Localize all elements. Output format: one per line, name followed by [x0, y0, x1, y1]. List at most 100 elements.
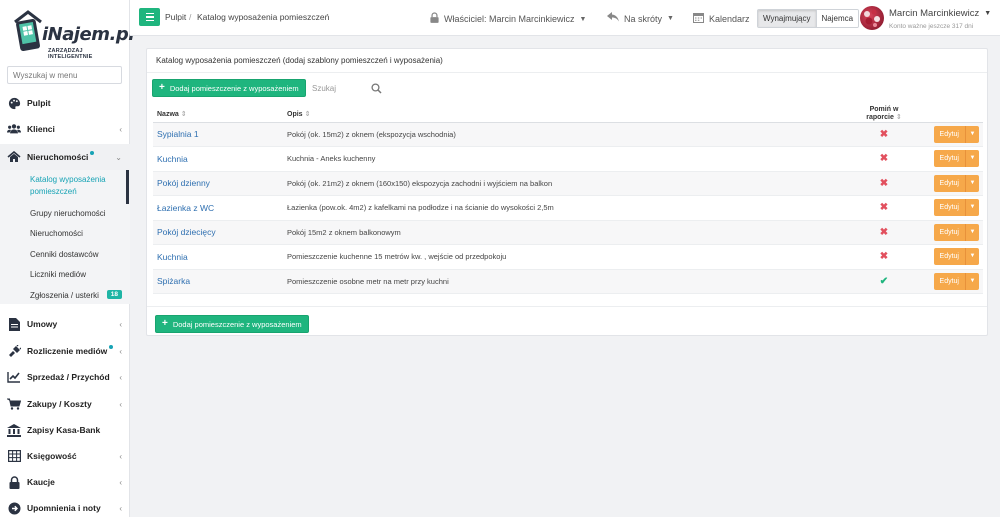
sidebar-item-pulpit[interactable]: Pulpit: [0, 91, 130, 115]
logo[interactable]: iNajem.pl ZARZĄDZAJ INTELIGENTNIE: [12, 8, 134, 60]
menu-search-input[interactable]: [7, 66, 122, 84]
actions-cell: Edytuj ▼: [918, 171, 983, 196]
table-row: Spiżarka Pomieszczenie osobne metr na met…: [153, 269, 983, 294]
sidebar-item-zakupy[interactable]: Zakupy / Koszty ‹: [0, 392, 130, 416]
sort-icon: ⇕: [304, 110, 311, 118]
sidebar-item-umowy[interactable]: Umowy ‹: [0, 312, 130, 336]
lock-icon: [7, 475, 21, 489]
column-header-pomin[interactable]: Pomiń w raporcie ⇕: [850, 106, 918, 123]
room-name-link[interactable]: Kuchnia: [153, 146, 283, 172]
caret-down-icon[interactable]: ▼: [965, 150, 979, 168]
actions-cell: Edytuj ▼: [918, 220, 983, 245]
skip-in-report-cell: ✖: [850, 220, 918, 245]
sidebar-item-label: Upomnienia i noty: [27, 503, 101, 513]
sidebar-item-nieruchomosci[interactable]: Nieruchomości ⌄: [0, 144, 130, 170]
caret-down-icon[interactable]: ▼: [965, 199, 979, 217]
room-name-link[interactable]: Łazienka z WC: [153, 195, 283, 221]
edit-button[interactable]: Edytuj: [933, 248, 965, 266]
edit-button-group: Edytuj ▼: [933, 248, 979, 266]
cross-icon: ✖: [879, 128, 889, 140]
caret-down-icon: ▼: [667, 15, 674, 22]
room-name-link[interactable]: Sypialnia 1: [153, 122, 283, 147]
column-header-opis[interactable]: Opis ⇕: [283, 106, 850, 123]
bank-icon: [7, 423, 21, 437]
room-name-link[interactable]: Spiżarka: [153, 269, 283, 294]
chevron-left-icon: ‹: [119, 451, 122, 461]
notification-dot: [109, 345, 114, 349]
edit-button[interactable]: Edytuj: [933, 150, 965, 168]
chevron-left-icon: ‹: [119, 503, 122, 513]
hamburger-icon: [145, 12, 154, 15]
breadcrumb-home[interactable]: Pulpit: [165, 12, 186, 22]
actions-cell: Edytuj ▼: [918, 122, 983, 147]
sidebar-item-media[interactable]: Rozliczenie mediów ‹: [0, 339, 130, 363]
user-name: Marcin Marcinkiewicz: [889, 8, 980, 19]
avatar[interactable]: [860, 6, 884, 30]
submenu-item-liczniki[interactable]: Liczniki mediów: [30, 270, 86, 279]
calendar-label: Kalendarz: [709, 14, 750, 24]
sidebar-item-ksiegowosc[interactable]: Księgowość ‹: [0, 444, 130, 468]
room-description: Kuchnia - Aneks kuchenny: [283, 146, 850, 172]
edit-button[interactable]: Edytuj: [933, 125, 965, 143]
edit-button[interactable]: Edytuj: [933, 272, 965, 290]
edit-button-group: Edytuj ▼: [933, 125, 979, 143]
edit-button[interactable]: Edytuj: [933, 174, 965, 192]
palette-icon: [7, 96, 21, 110]
owner-selector[interactable]: Właściciel: Marcin Marcinkiewicz ▼: [430, 12, 586, 26]
caret-down-icon[interactable]: ▼: [965, 248, 979, 266]
actions-cell: Edytuj ▼: [918, 146, 983, 172]
sidebar-item-label: Sprzedaż / Przychód: [27, 372, 110, 382]
users-icon: [7, 122, 21, 136]
submenu-item-cenniki[interactable]: Cenniki dostawców: [30, 250, 98, 259]
shortcuts-menu[interactable]: Na skróty ▼: [607, 12, 674, 25]
chevron-left-icon: ‹: [119, 399, 122, 409]
cross-icon: ✖: [879, 153, 889, 165]
account-validity: Konto ważne jeszcze 317 dni: [889, 23, 974, 30]
edit-button[interactable]: Edytuj: [933, 199, 965, 217]
calendar-icon: [693, 12, 704, 26]
room-name-link[interactable]: Pokój dzienny: [153, 171, 283, 196]
submenu-item-nieruchomosci[interactable]: Nieruchomości: [30, 229, 83, 238]
chevron-left-icon: ‹: [119, 124, 122, 134]
sidebar-item-kasa-bank[interactable]: Zapisy Kasa-Bank: [0, 418, 130, 442]
menu-toggle-button[interactable]: [139, 8, 160, 26]
cross-icon: ✖: [879, 202, 889, 214]
cross-icon: ✖: [879, 177, 889, 189]
sidebar-item-sprzedaz[interactable]: Sprzedaż / Przychód ‹: [0, 365, 130, 389]
user-menu[interactable]: Marcin Marcinkiewicz ▼: [889, 8, 991, 19]
room-description: Łazienka (pow.ok. 4m2) z kafelkami na po…: [283, 195, 850, 221]
submenu-item-katalog[interactable]: Katalog wyposażenia pomieszczeń: [30, 174, 106, 198]
sidebar-item-upomnienia[interactable]: Upomnienia i noty ‹: [0, 496, 130, 517]
edit-button-group: Edytuj ▼: [933, 272, 979, 290]
table-row: Łazienka z WC Łazienka (pow.ok. 4m2) z ka…: [153, 195, 983, 221]
column-header-nazwa[interactable]: Nazwa ⇕: [153, 106, 283, 123]
breadcrumb-separator: /: [189, 12, 192, 22]
room-name-link[interactable]: Pokój dziecięcy: [153, 220, 283, 245]
room-name-link[interactable]: Kuchnia: [153, 244, 283, 270]
sidebar-submenu: Katalog wyposażenia pomieszczeń Grupy ni…: [0, 170, 130, 304]
sidebar-item-kaucje[interactable]: Kaucje ‹: [0, 470, 130, 494]
calendar-link[interactable]: Kalendarz: [693, 12, 750, 26]
caret-down-icon[interactable]: ▼: [965, 125, 979, 143]
caret-down-icon[interactable]: ▼: [965, 174, 979, 192]
search-icon[interactable]: [371, 83, 382, 94]
add-room-label: Dodaj pomieszczenie z wyposażeniem: [169, 83, 299, 93]
caret-down-icon[interactable]: ▼: [965, 223, 979, 241]
chevron-left-icon: ‹: [119, 477, 122, 487]
sidebar-item-label: Księgowość: [27, 451, 77, 461]
hamburger-line: [145, 19, 154, 22]
document-icon: [7, 317, 21, 331]
cart-icon: [7, 397, 21, 411]
role-toggle-najemca[interactable]: Najemca: [816, 10, 859, 27]
chevron-left-icon: ‹: [119, 346, 122, 356]
caret-down-icon[interactable]: ▼: [965, 272, 979, 290]
sidebar-item-klienci[interactable]: Klienci ‹: [0, 117, 130, 141]
add-room-button-top[interactable]: + Dodaj pomieszczenie z wyposażeniem: [152, 79, 306, 97]
submenu-item-grupy[interactable]: Grupy nieruchomości: [30, 209, 106, 218]
column-label: Pomiń w raporcie: [866, 106, 899, 122]
table-row: Kuchnia Kuchnia - Aneks kuchenny ✖ Edytuj ▼: [153, 146, 983, 172]
add-room-button-bottom[interactable]: + Dodaj pomieszczenie z wyposażeniem: [155, 315, 309, 333]
submenu-item-zgloszenia[interactable]: Zgłoszenia / usterki: [30, 291, 99, 300]
edit-button[interactable]: Edytuj: [933, 223, 965, 241]
role-toggle-wynajmujacy[interactable]: Wynajmujący: [758, 10, 817, 27]
